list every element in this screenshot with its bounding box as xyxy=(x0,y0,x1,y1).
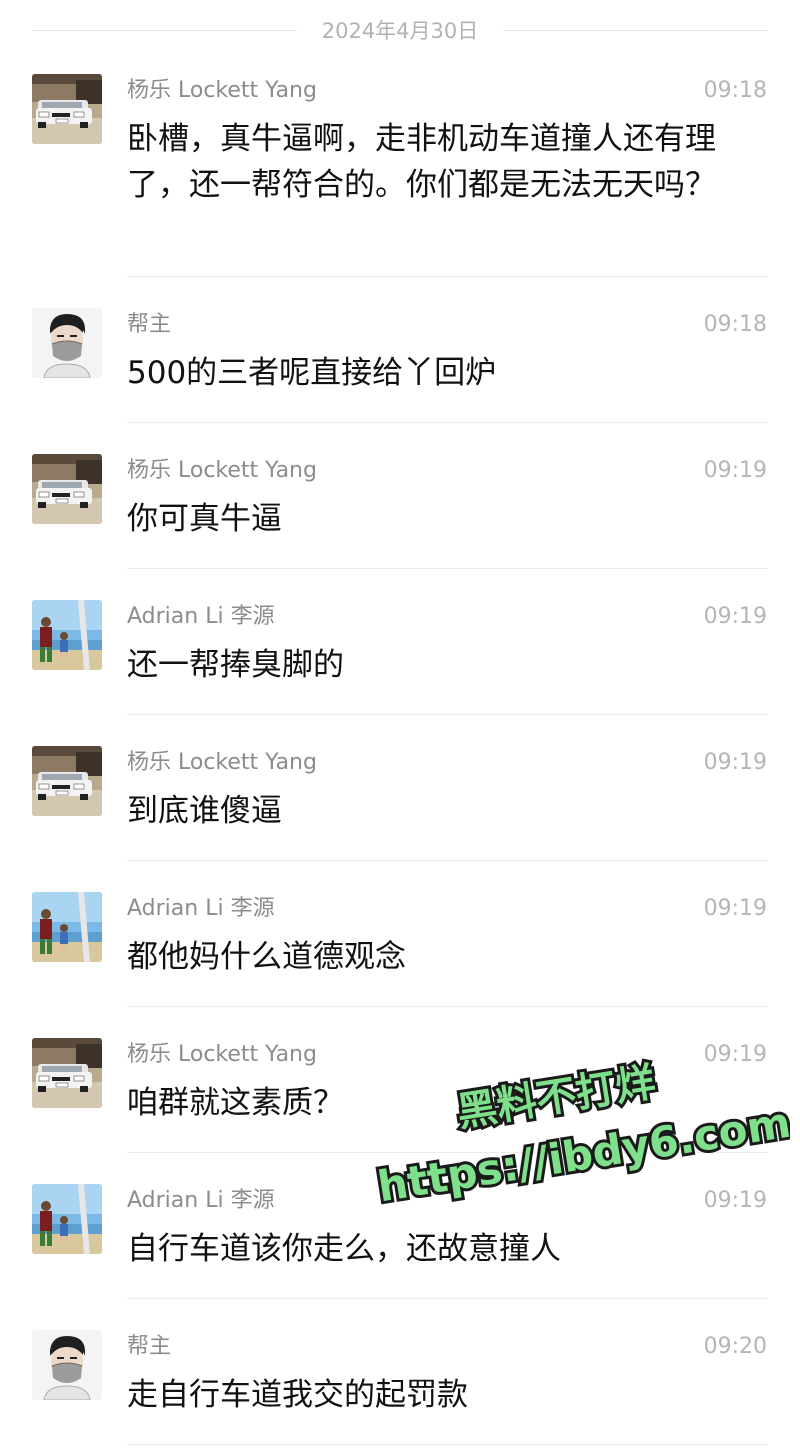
masked-man-avatar[interactable] xyxy=(32,308,102,378)
message-separator xyxy=(127,860,768,861)
sender-name[interactable]: 帮主 xyxy=(127,1332,171,1362)
message-time: 09:18 xyxy=(703,78,767,103)
message-text: 500的三者呢直接给丫回炉 xyxy=(127,355,497,391)
message-text: 自行车道该你走么，还故意撞人 xyxy=(127,1231,561,1267)
date-label: 2024年4月30日 xyxy=(321,19,479,43)
message-separator xyxy=(127,1152,768,1153)
car-avatar[interactable] xyxy=(32,74,102,144)
message-text: 咱群就这素质？ xyxy=(127,1085,344,1121)
chat-message[interactable]: 帮主 09:18 500的三者呢直接给丫回炉 xyxy=(0,308,800,424)
message-time: 09:19 xyxy=(703,458,767,483)
message-time: 09:19 xyxy=(703,1042,767,1067)
chat-message[interactable]: Adrian Li 李源 09:19 还一帮捧臭脚的 xyxy=(0,600,800,716)
message-time: 09:19 xyxy=(703,1188,767,1213)
car-avatar[interactable] xyxy=(32,746,102,816)
sender-name[interactable]: 帮主 xyxy=(127,310,171,340)
message-text: 你可真牛逼 xyxy=(127,501,282,537)
car-avatar[interactable] xyxy=(32,454,102,524)
message-separator xyxy=(127,714,768,715)
message-text: 还一帮捧臭脚的 xyxy=(127,647,344,683)
divider-line-right xyxy=(503,30,768,31)
sender-name[interactable]: Adrian Li 李源 xyxy=(127,1186,275,1216)
message-time: 09:20 xyxy=(703,1334,767,1359)
sender-name[interactable]: 杨乐 Lockett Yang xyxy=(127,748,317,778)
message-text: 都他妈什么道德观念 xyxy=(127,939,406,975)
chat-message[interactable]: Adrian Li 李源 09:19 都他妈什么道德观念 xyxy=(0,892,800,1008)
message-separator xyxy=(127,1006,768,1007)
date-divider: 2024年4月30日 xyxy=(0,0,800,62)
sender-name[interactable]: Adrian Li 李源 xyxy=(127,602,275,632)
message-separator xyxy=(127,568,768,569)
chat-message[interactable]: 杨乐 Lockett Yang 09:19 你可真牛逼 xyxy=(0,454,800,570)
message-text: 走自行车道我交的起罚款 xyxy=(127,1377,468,1413)
message-time: 09:19 xyxy=(703,604,767,629)
message-time: 09:18 xyxy=(703,312,767,337)
message-separator xyxy=(127,1298,768,1299)
beach-avatar[interactable] xyxy=(32,1184,102,1254)
car-avatar[interactable] xyxy=(32,1038,102,1108)
sender-name[interactable]: 杨乐 Lockett Yang xyxy=(127,456,317,486)
chat-message[interactable]: Adrian Li 李源 09:19 自行车道该你走么，还故意撞人 xyxy=(0,1184,800,1300)
beach-avatar[interactable] xyxy=(32,892,102,962)
message-separator xyxy=(127,276,768,277)
message-text: 卧槽，真牛逼啊，走非机动车道撞人还有理了，还一帮符合的。你们都是无法无天吗？ xyxy=(127,121,716,203)
message-separator xyxy=(127,422,768,423)
sender-name[interactable]: 杨乐 Lockett Yang xyxy=(127,76,317,106)
message-time: 09:19 xyxy=(703,896,767,921)
message-separator xyxy=(127,1444,768,1445)
message-text: 到底谁傻逼 xyxy=(127,793,282,829)
sender-name[interactable]: 杨乐 Lockett Yang xyxy=(127,1040,317,1070)
chat-message[interactable]: 杨乐 Lockett Yang 09:18 卧槽，真牛逼啊，走非机动车道撞人还有… xyxy=(0,74,800,278)
message-time: 09:19 xyxy=(703,750,767,775)
chat-message[interactable]: 帮主 09:20 走自行车道我交的起罚款 xyxy=(0,1330,800,1446)
masked-man-avatar[interactable] xyxy=(32,1330,102,1400)
chat-message[interactable]: 杨乐 Lockett Yang 09:19 到底谁傻逼 xyxy=(0,746,800,862)
chat-message[interactable]: 杨乐 Lockett Yang 09:19 咱群就这素质？ xyxy=(0,1038,800,1154)
beach-avatar[interactable] xyxy=(32,600,102,670)
sender-name[interactable]: Adrian Li 李源 xyxy=(127,894,275,924)
